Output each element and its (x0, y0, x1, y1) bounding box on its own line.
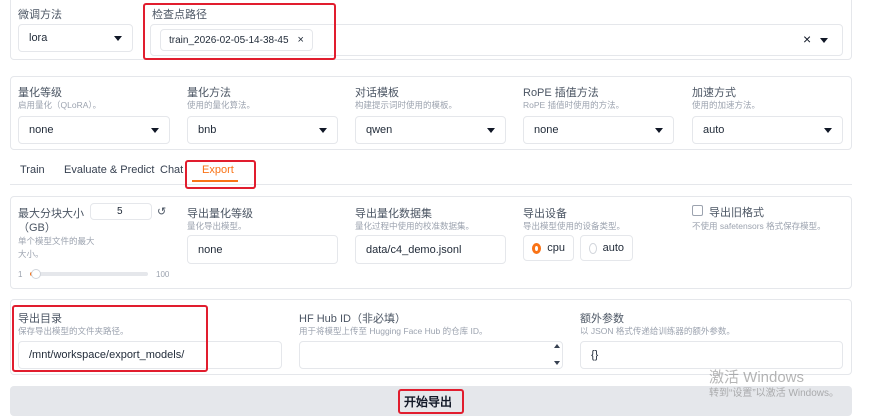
rope-scaling-hint: RoPE 插值时使用的方法。 (523, 100, 625, 110)
slider-thumb[interactable] (31, 269, 41, 279)
export-size-value: 5 (117, 206, 123, 217)
quantization-method-hint: 使用的量化算法。 (187, 100, 256, 110)
finetune-method-dropdown[interactable]: lora (18, 24, 133, 52)
slider-min: 1 (18, 270, 23, 279)
tab-evaluate-predict[interactable]: Evaluate & Predict (64, 164, 155, 176)
hub-id-textarea[interactable] (299, 341, 563, 369)
template-dropdown[interactable]: qwen (355, 116, 506, 144)
export-quant-bit-input[interactable]: none (187, 235, 338, 264)
export-device-label: 导出设备 (523, 208, 567, 220)
export-legacy-label: 导出旧格式 (709, 207, 764, 219)
chevron-down-icon (824, 127, 832, 133)
extra-args-value: {} (591, 349, 599, 361)
booster-value: auto (703, 124, 725, 136)
chevron-down-icon (114, 35, 122, 41)
export-device-hint: 导出模型使用的设备类型。 (523, 221, 626, 231)
rope-scaling-dropdown[interactable]: none (523, 116, 674, 144)
activation-watermark-subtitle: 转到“设置”以激活 Windows。 (709, 388, 840, 399)
export-tab-highlight-box (185, 160, 256, 189)
export-quant-bit-value: none (198, 243, 223, 256)
export-dataset-input[interactable]: data/c4_demo.jsonl (355, 235, 506, 264)
start-export-highlight-box (398, 389, 464, 414)
template-value: qwen (366, 124, 393, 136)
device-option-auto-label: auto (602, 242, 624, 254)
export-dataset-value: data/c4_demo.jsonl (366, 243, 462, 256)
reset-icon[interactable]: ↺ (157, 205, 166, 218)
export-size-slider[interactable] (30, 269, 148, 279)
export-legacy-hint: 不使用 safetensors 格式保存模型。 (692, 221, 826, 231)
chevron-down-icon[interactable] (820, 38, 828, 43)
chevron-down-icon (151, 127, 159, 133)
tabs-divider (10, 184, 852, 185)
quantization-method-label: 量化方法 (187, 87, 231, 99)
export-dir-highlight-box (12, 305, 208, 372)
export-size-input[interactable]: 5 (90, 203, 152, 220)
chevron-down-icon (655, 127, 663, 133)
extra-args-input[interactable]: {} (580, 341, 843, 369)
booster-dropdown[interactable]: auto (692, 116, 843, 144)
device-option-cpu-label: cpu (547, 242, 565, 254)
chevron-down-icon (487, 127, 495, 133)
rope-scaling-value: none (534, 124, 559, 136)
template-label: 对话模板 (355, 87, 399, 99)
chevron-down-icon (319, 127, 327, 133)
extra-args-label: 额外参数 (580, 313, 624, 325)
export-dataset-label: 导出量化数据集 (355, 208, 432, 220)
export-size-unit: （GB） (18, 222, 56, 234)
export-dataset-hint: 量化过程中使用的校准数据集。 (355, 221, 475, 231)
tab-train[interactable]: Train (20, 164, 45, 176)
checkpoint-highlight-box (143, 3, 336, 60)
finetune-method-value: lora (29, 32, 48, 44)
rope-scaling-label: RoPE 插值方法 (523, 87, 599, 99)
quantization-method-value: bnb (198, 124, 217, 136)
booster-hint: 使用的加速方法。 (692, 100, 761, 110)
hub-id-label: HF Hub ID（非必填） (299, 313, 406, 325)
quantization-method-dropdown[interactable]: bnb (187, 116, 338, 144)
device-option-auto[interactable]: auto (580, 235, 633, 261)
tab-chat[interactable]: Chat (160, 164, 183, 176)
export-quant-bit-label: 导出量化等级 (187, 208, 253, 220)
quantization-bit-dropdown[interactable]: none (18, 116, 170, 144)
export-legacy-checkbox[interactable] (692, 205, 703, 216)
radio-unselected-icon (589, 242, 597, 254)
scroll-down-icon[interactable] (554, 361, 560, 365)
export-quant-bit-hint: 量化导出模型。 (187, 221, 247, 231)
export-size-hint: 单个模型文件的最大大小。 (18, 236, 95, 259)
quantization-bit-hint: 启用量化（QLoRA）。 (18, 100, 102, 110)
booster-label: 加速方式 (692, 87, 736, 99)
clear-selection-icon[interactable]: × (803, 31, 811, 47)
hub-id-hint: 用于将模型上传至 Hugging Face Hub 的仓库 ID。 (299, 326, 488, 336)
template-hint: 构建提示词时使用的模板。 (355, 100, 458, 110)
quantization-bit-label: 量化等级 (18, 87, 62, 99)
extra-args-hint: 以 JSON 格式传递给训练器的额外参数。 (580, 326, 735, 336)
radio-selected-icon (532, 242, 542, 254)
finetune-method-label: 微调方法 (18, 9, 62, 21)
quantization-bit-value: none (29, 124, 54, 136)
device-option-cpu[interactable]: cpu (523, 235, 574, 261)
slider-max: 100 (156, 270, 170, 279)
scroll-up-icon[interactable] (554, 344, 560, 348)
